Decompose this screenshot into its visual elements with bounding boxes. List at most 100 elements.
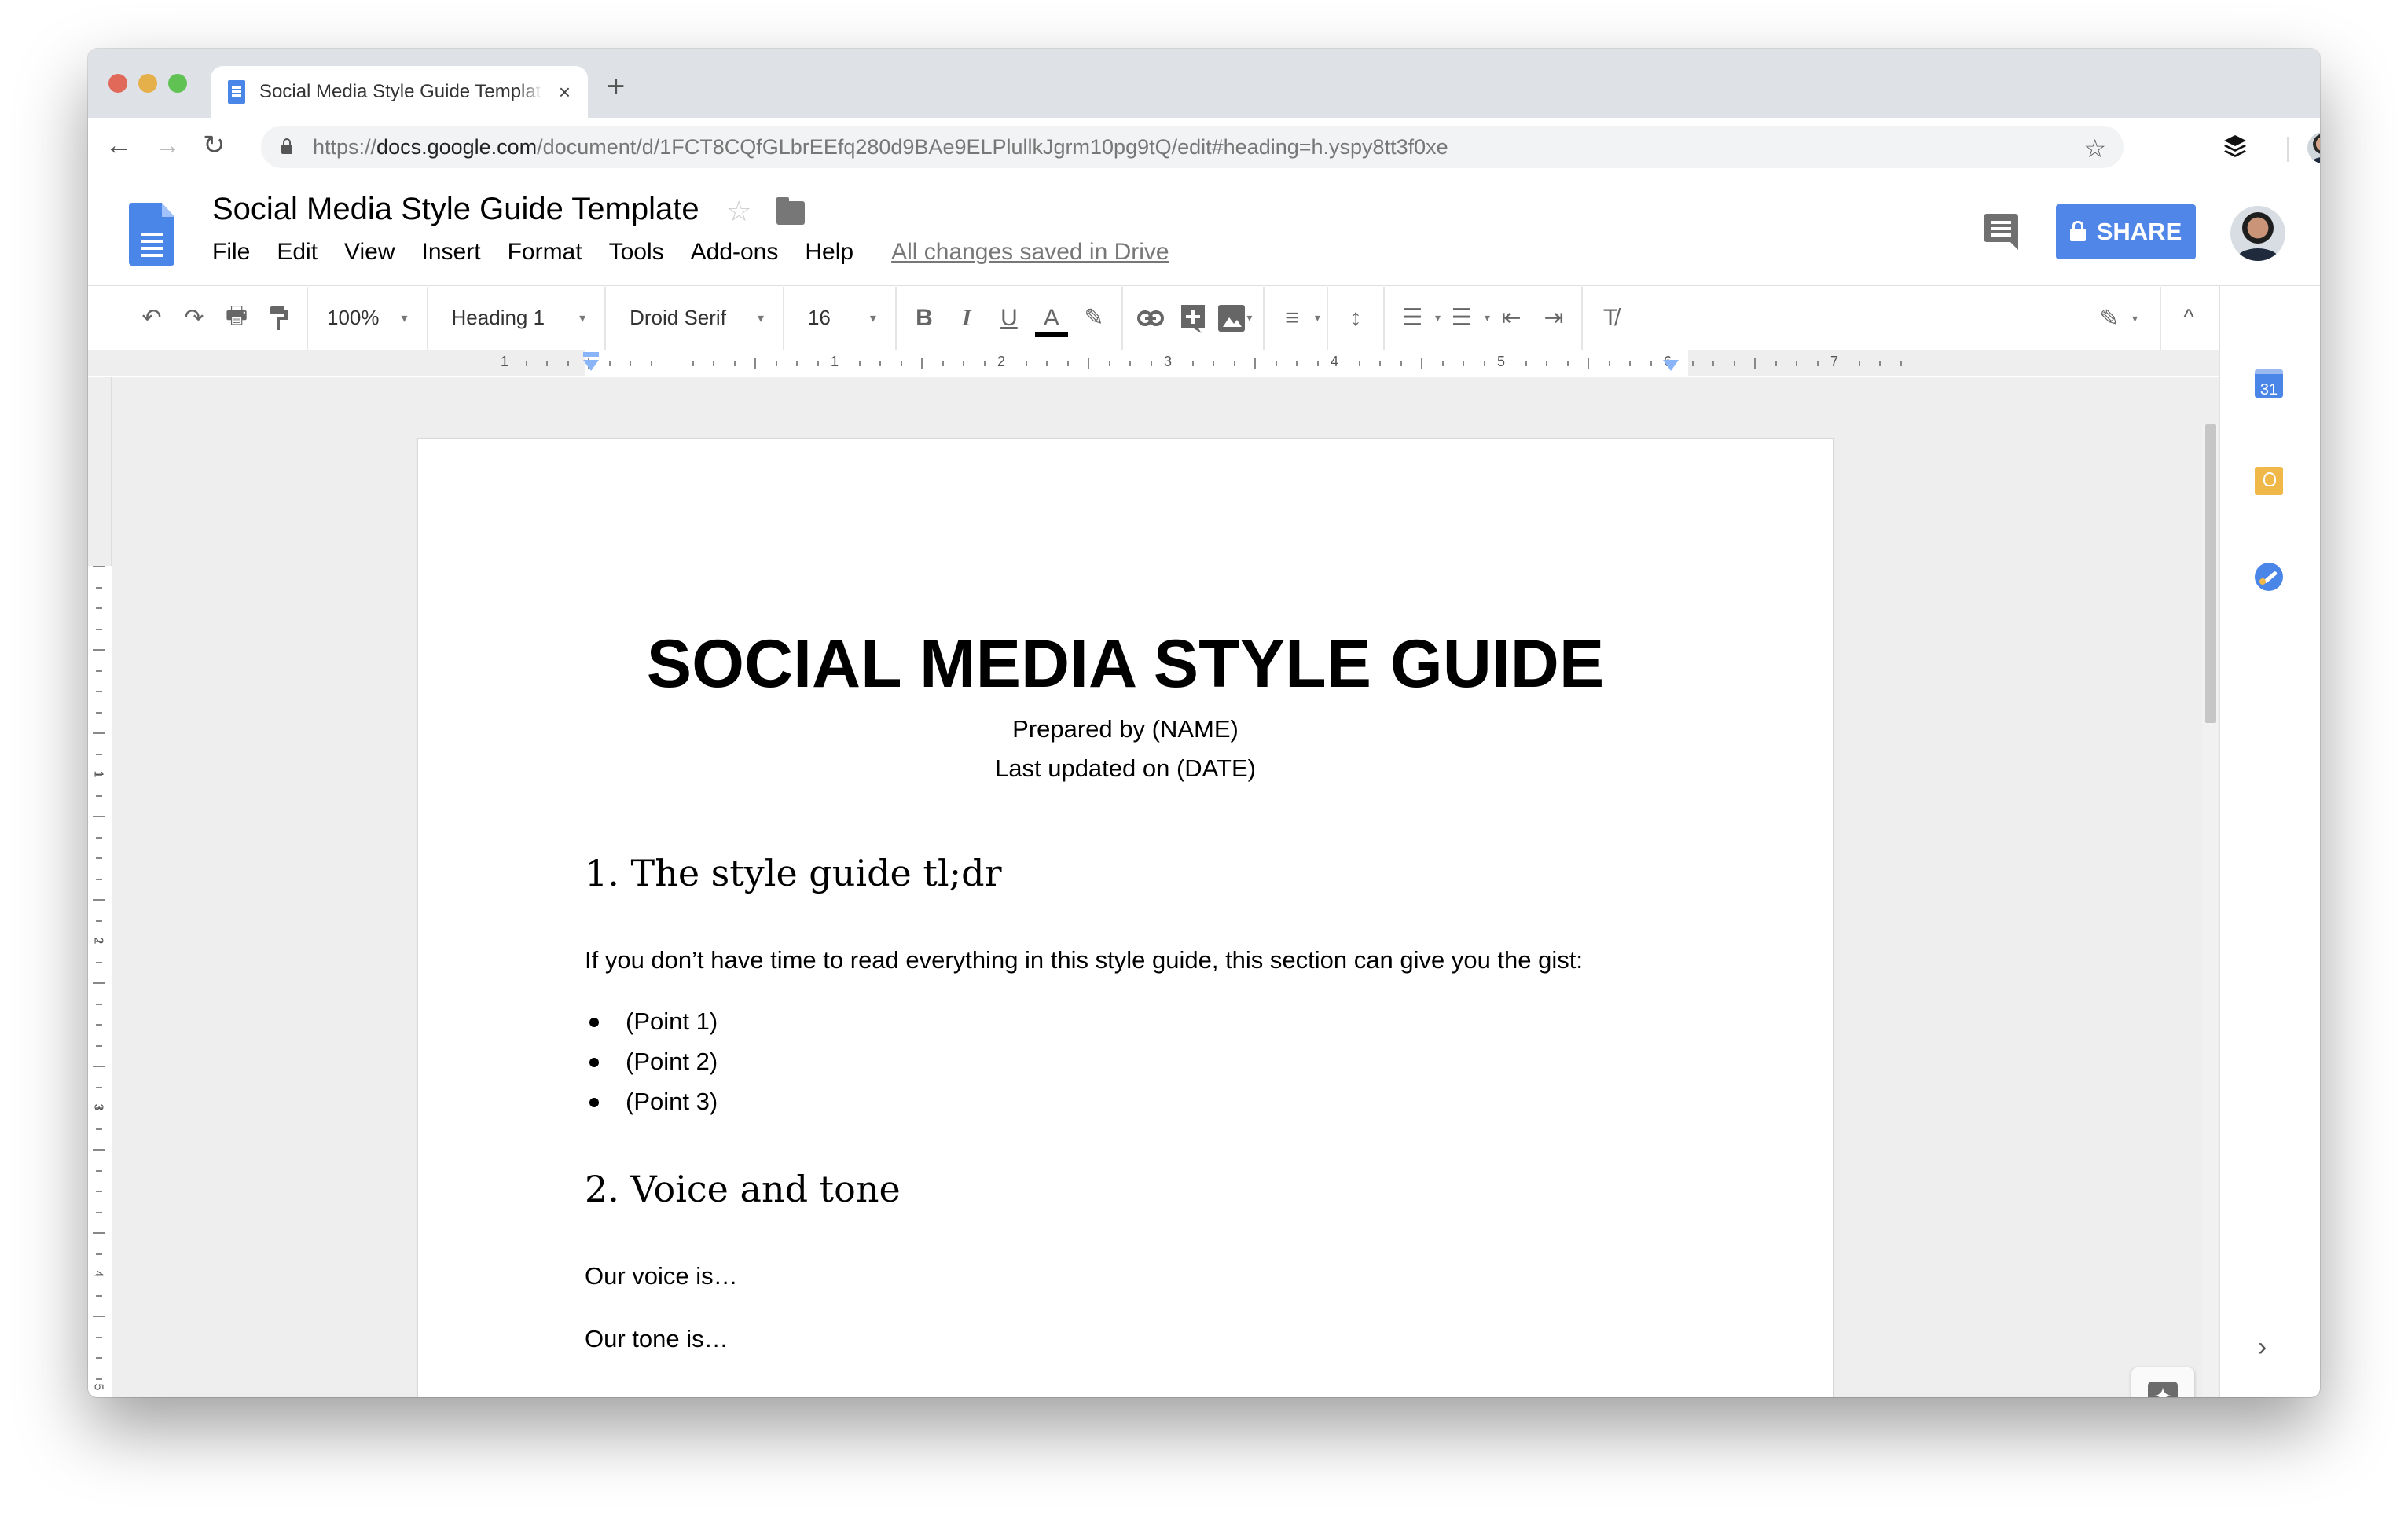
ruler-tick [1588,358,1589,369]
document-page[interactable]: SOCIAL MEDIA STYLE GUIDE Prepared by (NA… [418,439,1833,1397]
document-title[interactable]: Social Media Style Guide Template [212,192,699,227]
tasks-icon[interactable] [2255,563,2283,591]
left-indent-handle[interactable] [583,360,599,371]
menu-add-ons[interactable]: Add-ons [691,239,779,266]
back-arrow-icon[interactable]: ← [105,132,132,159]
vertical-ruler[interactable]: 1 2 3 4 5 [88,377,112,1397]
ruler-tick [942,361,944,366]
menu-file[interactable]: File [212,239,250,266]
tab-close-icon[interactable]: × [559,82,571,102]
editing-mode-icon[interactable]: ✎ [2088,295,2131,342]
menu-help[interactable]: Help [805,239,853,266]
print-icon[interactable]: 🖶 [215,295,258,342]
profile-avatar[interactable] [2307,132,2320,163]
caret-down-icon[interactable]: ▾ [2132,312,2138,325]
toolbar-divider [1382,286,1385,350]
reload-icon[interactable]: ↻ [203,132,226,159]
new-tab-button[interactable]: + [607,71,625,102]
save-status-link[interactable]: All changes saved in Drive [891,239,1169,266]
paragraph[interactable]: Our voice is… [585,1262,738,1290]
first-line-indent-handle[interactable] [583,352,599,357]
collapse-menus-icon[interactable]: ^ [2168,295,2210,342]
url-text[interactable]: https://docs.google.com/document/d/1FCT8… [313,135,1448,160]
menu-tools[interactable]: Tools [609,239,664,266]
ruler-number: 7 [1830,354,1839,369]
prepared-by-line[interactable]: Prepared by (NAME) [418,715,1833,743]
list-item[interactable]: (Point 2) [589,1048,718,1076]
underline-icon[interactable]: U [988,295,1030,342]
buffer-extension-icon[interactable] [2223,134,2248,159]
menu-insert[interactable]: Insert [422,239,481,266]
add-comment-icon[interactable] [1172,295,1214,342]
line-spacing-icon[interactable]: ↕ [1334,295,1377,342]
last-updated-line[interactable]: Last updated on (DATE) [418,754,1833,783]
redo-icon[interactable]: ↷ [173,295,215,342]
vertical-scrollbar[interactable] [2202,424,2218,1397]
address-bar[interactable]: https://docs.google.com/document/d/1FCT8… [261,126,2124,168]
bulleted-list-icon[interactable]: ☰ [1441,295,1483,342]
menu-format[interactable]: Format [508,239,582,266]
keep-icon[interactable] [2255,467,2283,495]
menu-view[interactable]: View [344,239,395,266]
text-color-icon[interactable]: A [1030,295,1073,342]
paint-format-icon[interactable] [258,295,300,342]
insert-image-icon[interactable]: ▾ [1214,295,1257,342]
vruler-tick [96,1044,102,1047]
font-select[interactable]: Droid Serif ▾ [612,295,776,342]
caret-down-icon: ▾ [1246,311,1253,324]
menu-edit[interactable]: Edit [277,239,318,266]
increase-indent-icon[interactable]: ⇥ [1533,295,1575,342]
calendar-icon[interactable]: 31 [2255,369,2283,398]
document-heading-title[interactable]: SOCIAL MEDIA STYLE GUIDE [418,626,1833,703]
vruler-tick [96,1128,102,1130]
expand-panel-icon[interactable]: › [2258,1332,2267,1363]
caret-down-icon[interactable]: ▾ [1485,311,1490,325]
bold-icon[interactable]: B [903,295,945,342]
right-indent-handle[interactable] [1663,360,1679,371]
paragraph[interactable]: If you don’t have time to read everythin… [585,946,1583,974]
browser-tab[interactable]: Social Media Style Guide Template × [211,66,588,118]
folder-icon[interactable] [776,197,805,225]
font-size-select[interactable]: 16 ▾ [791,295,889,342]
vruler-tick [93,1232,105,1234]
paragraph[interactable]: Our tone is… [585,1325,729,1353]
maximize-window-button[interactable] [168,74,187,93]
list-item[interactable]: (Point 1) [589,1007,718,1036]
close-window-button[interactable] [108,74,127,93]
vruler-tick [96,1086,102,1088]
star-icon[interactable]: ☆ [726,195,751,228]
decrease-indent-icon[interactable]: ⇤ [1490,295,1533,342]
forward-arrow-icon[interactable]: → [154,132,181,159]
docs-logo-icon[interactable] [129,203,174,266]
minimize-window-button[interactable] [138,74,157,93]
vruler-tick [96,691,102,692]
zoom-select[interactable]: 100% ▾ [314,295,420,342]
caret-down-icon[interactable]: ▾ [1435,311,1441,325]
section-heading[interactable]: 2. Voice and tone [585,1168,901,1210]
vruler-number: 1 [91,770,105,778]
align-left-icon[interactable]: ≡ [1271,295,1313,342]
ruler-tick [1296,361,1298,366]
caret-down-icon[interactable]: ▾ [1315,311,1320,325]
list-item[interactable]: (Point 3) [589,1088,718,1116]
style-value: Heading 1 [451,306,545,329]
vruler-tick [96,628,102,630]
ruler-tick [1712,361,1714,366]
share-button[interactable]: SHARE [2056,204,2196,259]
vruler-tick [96,1357,102,1359]
horizontal-ruler[interactable]: 1 1 2 3 4 5 6 7 [88,350,2219,376]
account-avatar[interactable] [2230,206,2285,261]
style-select[interactable]: Heading 1 ▾ [435,295,599,342]
highlight-color-icon[interactable]: ✎ [1073,295,1115,342]
insert-link-icon[interactable] [1129,295,1172,342]
explore-button[interactable] [2131,1367,2194,1397]
vruler-tick [96,919,102,922]
section-heading[interactable]: 1. The style guide tl;dr [585,852,1002,894]
clear-formatting-icon[interactable]: T̸ [1589,295,1632,342]
scrollbar-thumb[interactable] [2205,424,2216,723]
italic-icon[interactable]: I [945,295,988,342]
comments-icon[interactable] [1984,214,2018,250]
numbered-list-icon[interactable]: ☰ [1391,295,1433,342]
bookmark-star-icon[interactable]: ☆ [2083,134,2106,163]
undo-icon[interactable]: ↶ [130,295,173,342]
